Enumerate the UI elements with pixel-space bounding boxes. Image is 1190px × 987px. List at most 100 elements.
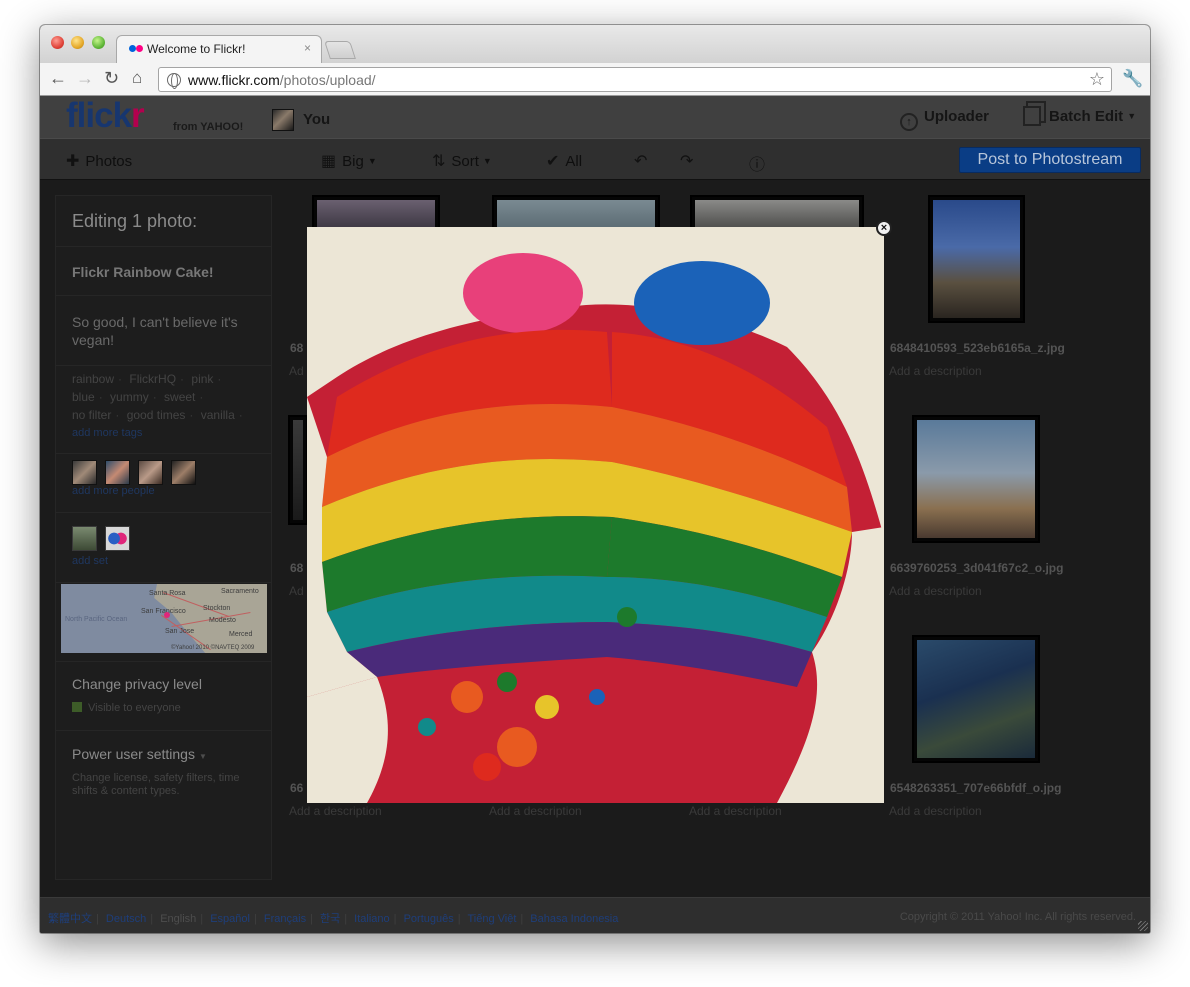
tag[interactable]: vanilla [201, 408, 235, 422]
you-link[interactable]: You [303, 111, 330, 128]
person-avatar[interactable] [72, 460, 97, 485]
photo-thumbnail[interactable] [928, 195, 1025, 323]
flickr-upload-page: flickr from YAHOO! You ↑ Uploader Batch E… [40, 96, 1150, 933]
privacy-section[interactable]: Change privacy level Visible to everyone [56, 661, 271, 731]
tag[interactable]: blue [72, 390, 95, 404]
add-more-people-link[interactable]: add more people [72, 485, 255, 497]
zoom-window-icon[interactable] [92, 36, 105, 49]
post-to-photostream-button[interactable]: Post to Photostream [959, 147, 1141, 173]
add-photos-button[interactable]: ✚ Photos [66, 151, 132, 171]
photo-thumbnail[interactable] [912, 415, 1040, 543]
tag[interactable]: yummy [110, 390, 149, 404]
tag[interactable]: sweet [164, 390, 195, 404]
add-description-field[interactable]: Ad [289, 584, 304, 598]
caret-down-icon: ▼ [482, 156, 492, 166]
add-description-field[interactable]: Add a description [889, 804, 982, 818]
person-avatar[interactable] [138, 460, 163, 485]
photo-filename[interactable]: 6848410593_523eb6165a_z.jpg [890, 341, 1068, 355]
add-description-field[interactable]: Add a description [289, 804, 382, 818]
back-arrow-icon[interactable]: ← [49, 67, 67, 89]
map-label: Santa Rosa [149, 590, 186, 597]
tab-title: Welcome to Flickr! [147, 42, 246, 56]
rotate-left-icon: ↶ [634, 153, 648, 170]
tag[interactable]: pink [191, 372, 213, 386]
select-all-button[interactable]: ✔ All [546, 151, 582, 171]
info-button[interactable]: ⓘ [749, 151, 771, 175]
map-pin-icon [164, 612, 170, 618]
tag[interactable]: rainbow [72, 372, 114, 386]
language-link[interactable]: 繁體中文 [48, 913, 92, 925]
language-link[interactable]: Français [264, 913, 306, 925]
power-user-section[interactable]: Power user settings ▼ Change license, saf… [56, 732, 271, 798]
wrench-icon[interactable]: 🔧 [1122, 69, 1143, 89]
new-tab-button[interactable] [324, 41, 356, 59]
flickr-logo[interactable]: flickr [66, 96, 145, 136]
language-list: 繁體中文 | Deutsch | English | Español | Françai… [48, 913, 619, 925]
map-credit: ©Yahoo! 2010 ©NAVTEQ 2009 [171, 645, 255, 651]
photo-thumbnail[interactable] [288, 415, 308, 525]
copyright-text: Copyright © 2011 Yahoo! Inc. All rights … [899, 911, 1136, 923]
set-thumbnail[interactable] [105, 526, 130, 551]
add-description-field[interactable]: Add a description [489, 804, 582, 818]
tag[interactable]: FlickrHQ [129, 372, 176, 386]
language-link[interactable]: Bahasa Indonesia [530, 913, 618, 925]
photo-thumbnail[interactable] [912, 635, 1040, 763]
browser-toolbar: ← → ↻ ⌂ www.flickr.com/photos/upload/ ☆ … [40, 63, 1150, 96]
add-description-field[interactable]: Add a description [889, 584, 982, 598]
person-avatar[interactable] [105, 460, 130, 485]
rotate-right-icon: ↷ [680, 153, 694, 170]
rotate-left-button[interactable]: ↶ [634, 151, 653, 171]
add-more-tags-link[interactable]: add more tags [72, 424, 255, 442]
browser-tab[interactable]: Welcome to Flickr! × [116, 35, 322, 63]
avatar[interactable] [272, 109, 294, 131]
forward-arrow-icon[interactable]: → [76, 67, 94, 89]
tag[interactable]: good times [127, 408, 186, 422]
photo-preview-lightbox[interactable] [307, 227, 884, 803]
reload-icon[interactable]: ↻ [104, 67, 119, 89]
privacy-title: Change privacy level [72, 676, 202, 692]
photo-filename[interactable]: 6548263351_707e66bfdf_o.jpg [890, 781, 1068, 795]
rainbow-cake-photo [307, 227, 884, 803]
rotate-right-button[interactable]: ↷ [680, 151, 699, 171]
uploader-button[interactable]: ↑ Uploader [900, 108, 989, 131]
power-user-subtitle: Change license, safety filters, time shi… [72, 772, 240, 797]
photo-title-field[interactable]: Flickr Rainbow Cake! [56, 247, 271, 296]
bookmark-star-icon[interactable]: ☆ [1089, 69, 1105, 90]
sort-menu[interactable]: ⇅ Sort ▼ [432, 151, 492, 171]
language-link[interactable]: Tiếng Việt [467, 913, 516, 925]
close-preview-icon[interactable]: × [876, 220, 892, 236]
home-icon[interactable]: ⌂ [132, 67, 142, 89]
add-description-field[interactable]: Ad [289, 364, 304, 378]
tab-close-icon[interactable]: × [304, 41, 311, 55]
language-link[interactable]: Português [404, 913, 454, 925]
add-description-field[interactable]: Add a description [889, 364, 982, 378]
size-menu[interactable]: ▦ Big ▼ [321, 151, 377, 171]
batch-stack-icon [1023, 106, 1041, 126]
tags-field[interactable]: rainbow · FlickrHQ · pink · blue · yummy · sw… [56, 366, 271, 454]
resize-grip-icon[interactable] [1138, 921, 1148, 931]
photo-description-field[interactable]: So good, I can't believe it's vegan! [56, 296, 271, 366]
map-label: San Jose [165, 628, 195, 635]
batch-edit-menu[interactable]: Batch Edit ▼ [1023, 106, 1136, 126]
set-thumbnail[interactable] [72, 526, 97, 551]
add-set-link[interactable]: add set [72, 555, 255, 567]
add-description-field[interactable]: Add a description [689, 804, 782, 818]
language-link[interactable]: Español [210, 913, 250, 925]
editing-heading: Editing 1 photo: [56, 196, 271, 247]
privacy-value: Visible to everyone [72, 702, 255, 714]
plus-icon: ✚ [66, 153, 80, 170]
language-link[interactable]: Deutsch [106, 913, 146, 925]
language-link-current: English [160, 913, 197, 925]
location-map[interactable]: Santa Rosa Sacramento San Francisco Stoc… [61, 584, 267, 653]
person-avatar[interactable] [171, 460, 196, 485]
close-window-icon[interactable] [51, 36, 64, 49]
address-bar[interactable]: www.flickr.com/photos/upload/ ☆ [158, 67, 1112, 92]
minimize-window-icon[interactable] [71, 36, 84, 49]
language-link[interactable]: Italiano [354, 913, 389, 925]
tag[interactable]: no filter [72, 408, 111, 422]
language-link[interactable]: 한국 [320, 913, 340, 925]
url-text: www.flickr.com/photos/upload/ [188, 72, 376, 88]
tab-strip: Welcome to Flickr! × [40, 25, 1150, 63]
uploadr-toolbar: ✚ Photos ▦ Big ▼ ⇅ Sort ▼ ✔ All ↶ ↷ ⓘ Post to … [40, 138, 1150, 180]
photo-filename[interactable]: 6639760253_3d041f67c2_o.jpg [890, 561, 1068, 575]
